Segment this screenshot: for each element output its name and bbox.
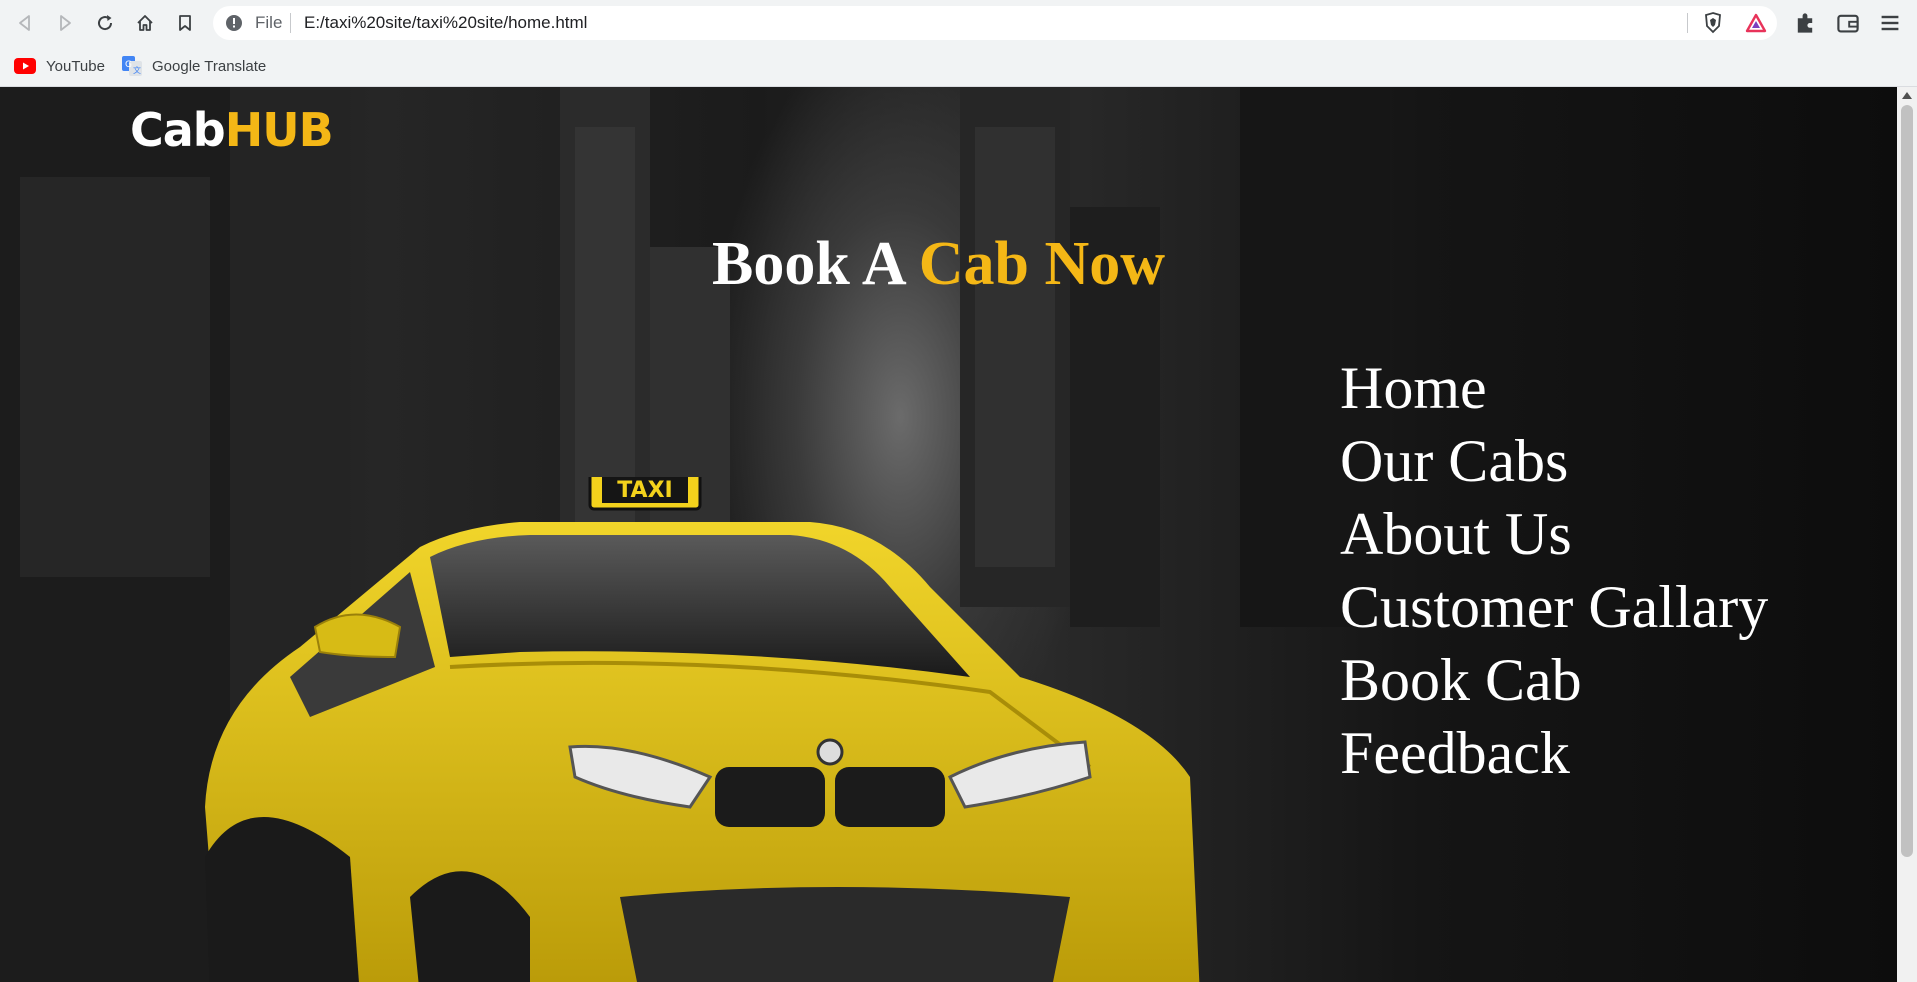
bookmark-youtube[interactable]: YouTube xyxy=(14,54,105,78)
nav-about-us[interactable]: About Us xyxy=(1340,498,1768,571)
bookmark-google-translate[interactable]: G文 Google Translate xyxy=(122,54,266,78)
page-viewport: CabHUB Book A Cab Now Home Our Cabs Abou… xyxy=(0,87,1897,982)
youtube-icon xyxy=(14,58,36,74)
headline-white: Book A xyxy=(712,230,919,298)
nav-our-cabs[interactable]: Our Cabs xyxy=(1340,425,1768,498)
browser-toolbar: File E:/taxi%20site/taxi%20site/home.htm… xyxy=(0,0,1917,46)
divider xyxy=(1687,13,1688,33)
address-bar[interactable]: File E:/taxi%20site/taxi%20site/home.htm… xyxy=(213,6,1777,40)
google-translate-icon: G文 xyxy=(122,56,142,76)
taxi-sign-text: TAXI xyxy=(617,478,672,503)
back-icon[interactable] xyxy=(13,11,37,35)
brave-shield-icon[interactable] xyxy=(1701,11,1725,35)
reload-icon[interactable] xyxy=(93,11,117,35)
bookmark-icon[interactable] xyxy=(173,11,197,35)
taxi-car-image: TAXI xyxy=(205,477,1200,982)
logo-text-hub: HUB xyxy=(224,103,334,157)
nav-book-cab[interactable]: Book Cab xyxy=(1340,644,1768,717)
page-scrollbar[interactable] xyxy=(1897,87,1917,982)
scheme-label: File xyxy=(255,13,283,32)
url-text[interactable]: E:/taxi%20site/taxi%20site/home.html xyxy=(304,13,587,33)
main-nav: Home Our Cabs About Us Customer Gallary … xyxy=(1340,352,1768,790)
nav-home[interactable]: Home xyxy=(1340,352,1768,425)
wallet-icon[interactable] xyxy=(1836,11,1860,35)
bookmark-label: Google Translate xyxy=(152,57,267,75)
scrollbar-thumb[interactable] xyxy=(1901,105,1913,857)
nav-customer-gallary[interactable]: Customer Gallary xyxy=(1340,571,1768,644)
home-icon[interactable] xyxy=(133,11,157,35)
brave-rewards-icon[interactable] xyxy=(1744,11,1768,35)
bookmark-label: YouTube xyxy=(46,57,105,75)
logo-text-cab: Cab xyxy=(130,103,226,157)
hero-headline: Book A Cab Now xyxy=(712,229,1165,300)
forward-icon[interactable] xyxy=(53,11,77,35)
svg-text:文: 文 xyxy=(133,65,141,75)
site-logo[interactable]: CabHUB xyxy=(130,103,334,157)
scroll-up-arrow-icon[interactable] xyxy=(1902,92,1912,99)
menu-icon[interactable] xyxy=(1878,11,1902,35)
bookmarks-bar: YouTube G文 Google Translate xyxy=(0,46,1917,87)
svg-text:G: G xyxy=(125,60,132,70)
divider xyxy=(290,13,291,33)
headline-yellow: Cab Now xyxy=(918,230,1166,298)
building-windows xyxy=(20,177,210,577)
info-icon[interactable] xyxy=(225,14,243,32)
nav-feedback[interactable]: Feedback xyxy=(1340,717,1768,790)
extensions-icon[interactable] xyxy=(1793,11,1817,35)
